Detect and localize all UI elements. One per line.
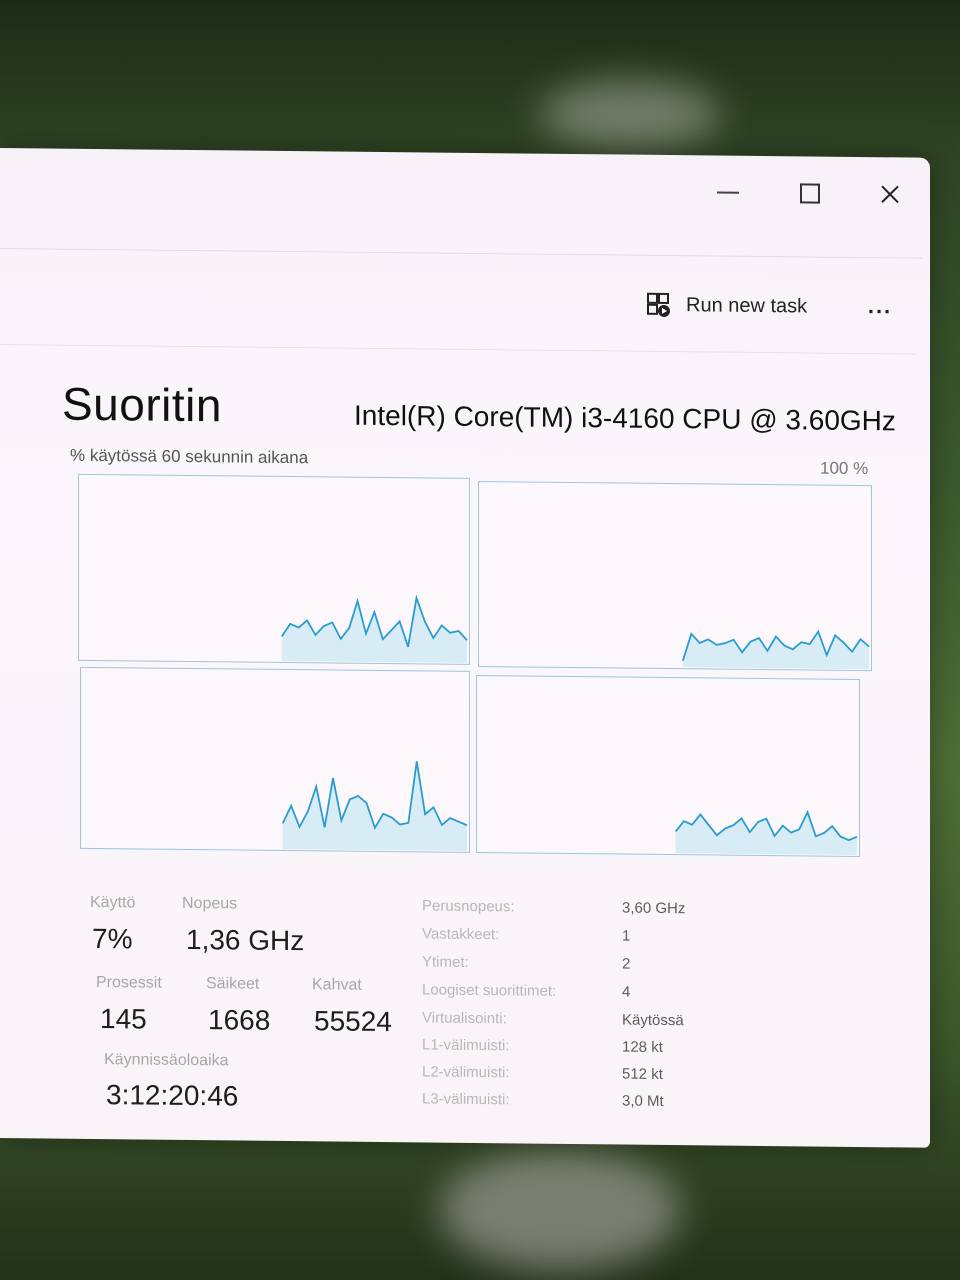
- cpu-graph-0[interactable]: [78, 473, 470, 665]
- spec-value: 4: [622, 983, 631, 1001]
- processes-label: Prosessit: [96, 974, 162, 992]
- spec-label: Perusnopeus:: [422, 897, 515, 916]
- threads-value: 1668: [208, 1004, 271, 1036]
- run-new-task-button[interactable]: Run new task: [636, 283, 817, 329]
- spec-label: Loogiset suorittimet:: [422, 981, 557, 1000]
- speed-label: Nopeus: [182, 894, 238, 913]
- maximize-icon: [800, 183, 820, 204]
- cpu-model-name: Intel(R) Core(TM) i3-4160 CPU @ 3.60GHz: [354, 399, 896, 437]
- maximize-button[interactable]: [780, 170, 840, 217]
- minimize-icon: [717, 191, 739, 194]
- graph-max-label: 100 %: [820, 458, 869, 479]
- wallpaper-highlight: [540, 80, 720, 150]
- spec-value: 3,0 Mt: [622, 1092, 664, 1110]
- page-title: Suoritin: [62, 377, 222, 432]
- graph-caption: % käytössä 60 sekunnin aikana: [70, 445, 309, 468]
- spec-label: Ytimet:: [422, 953, 469, 971]
- more-options-button[interactable]: ...: [858, 291, 902, 325]
- run-task-icon: [646, 292, 672, 318]
- cpu-graph-0-plot: [281, 594, 468, 663]
- close-icon: [881, 185, 899, 204]
- spec-value: Käytössä: [622, 1011, 684, 1030]
- uptime-value: 3:12:20:46: [106, 1079, 239, 1112]
- spec-label: Virtualisointi:: [422, 1009, 507, 1028]
- spec-label: L1-välimuisti:: [422, 1036, 510, 1055]
- handles-value: 55524: [314, 1005, 392, 1038]
- spec-label: Vastakkeet:: [422, 925, 500, 944]
- handles-label: Kahvat: [312, 976, 362, 994]
- threads-label: Säikeet: [206, 975, 260, 993]
- spec-value: 128 kt: [622, 1038, 663, 1056]
- spec-label: L2-välimuisti:: [422, 1063, 510, 1082]
- cpu-graph-2[interactable]: [80, 666, 470, 853]
- run-new-task-label: Run new task: [686, 293, 808, 317]
- speed-value: 1,36 GHz: [186, 923, 305, 957]
- processes-value: 145: [100, 1003, 147, 1035]
- usage-value: 7%: [92, 922, 133, 955]
- spec-value: 2: [622, 955, 631, 973]
- cpu-graph-3-plot: [674, 809, 858, 855]
- usage-label: Käyttö: [90, 893, 136, 912]
- minimize-button[interactable]: [698, 169, 758, 216]
- toolbar: Run new task ...: [0, 268, 930, 338]
- task-manager-window: Run new task ... Suoritin Intel(R) Core(…: [0, 148, 930, 1148]
- cpu-graph-1[interactable]: [478, 481, 872, 672]
- uptime-label: Käynnissäoloaika: [104, 1051, 229, 1070]
- cpu-graph-1-plot: [681, 629, 870, 670]
- wallpaper-mist: [440, 1150, 680, 1270]
- spec-value: 512 kt: [622, 1065, 663, 1083]
- spec-value: 1: [622, 927, 631, 945]
- cpu-graph-3[interactable]: [476, 674, 860, 858]
- spec-label: L3-välimuisti:: [422, 1090, 510, 1109]
- spec-value: 3,60 GHz: [622, 899, 686, 918]
- close-button[interactable]: [860, 171, 920, 218]
- title-bar: [0, 148, 930, 258]
- cpu-graph-2-plot: [281, 761, 468, 851]
- divider: [0, 344, 916, 355]
